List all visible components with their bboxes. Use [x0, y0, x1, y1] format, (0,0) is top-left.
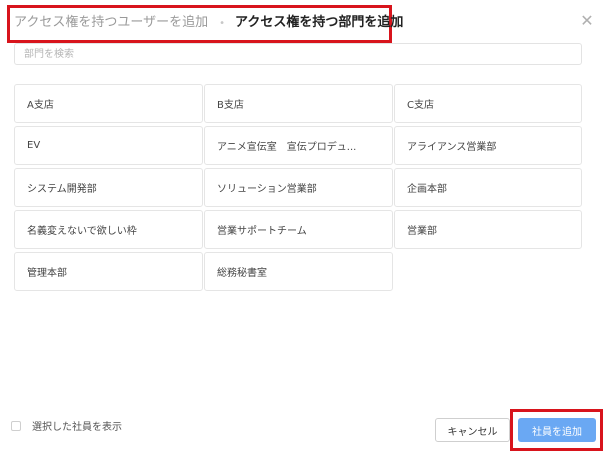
department-item[interactable]: アニメ宣伝室 宣伝プロデュ...	[204, 126, 393, 165]
department-item[interactable]: 名義変えないで欲しい枠	[14, 210, 203, 249]
close-icon[interactable]: ✕	[578, 12, 596, 30]
dialog-tabs: アクセス権を持つユーザーを追加 • アクセス権を持つ部門を追加	[14, 14, 403, 32]
department-item[interactable]: EV	[14, 126, 203, 165]
department-item[interactable]: アライアンス営業部	[394, 126, 582, 165]
department-item[interactable]: 営業サポートチーム	[204, 210, 393, 249]
cancel-button[interactable]: キャンセル	[435, 418, 510, 442]
department-grid: A支店 B支店 C支店 EV アニメ宣伝室 宣伝プロデュ... アライアンス営業…	[14, 84, 582, 291]
department-item[interactable]: システム開発部	[14, 168, 203, 207]
add-employee-button[interactable]: 社員を追加	[518, 418, 596, 442]
tab-separator: •	[219, 17, 225, 29]
tab-add-departments[interactable]: アクセス権を持つ部門を追加	[235, 14, 403, 32]
add-department-access-dialog: アクセス権を持つユーザーを追加 • アクセス権を持つ部門を追加 ✕ A支店 B支…	[0, 0, 606, 456]
department-item[interactable]: B支店	[204, 84, 393, 123]
department-item[interactable]: ソリューション営業部	[204, 168, 393, 207]
department-item[interactable]: 総務秘書室	[204, 252, 393, 291]
tab-add-users[interactable]: アクセス権を持つユーザーを追加	[14, 14, 208, 32]
department-item[interactable]: 企画本部	[394, 168, 582, 207]
department-item[interactable]: A支店	[14, 84, 203, 123]
department-item[interactable]: C支店	[394, 84, 582, 123]
department-item[interactable]: 管理本部	[14, 252, 203, 291]
department-item[interactable]: 営業部	[394, 210, 582, 249]
show-selected-checkbox[interactable]	[11, 421, 21, 431]
department-search-input[interactable]	[14, 43, 582, 65]
show-selected-label[interactable]: 選択した社員を表示	[32, 418, 122, 433]
